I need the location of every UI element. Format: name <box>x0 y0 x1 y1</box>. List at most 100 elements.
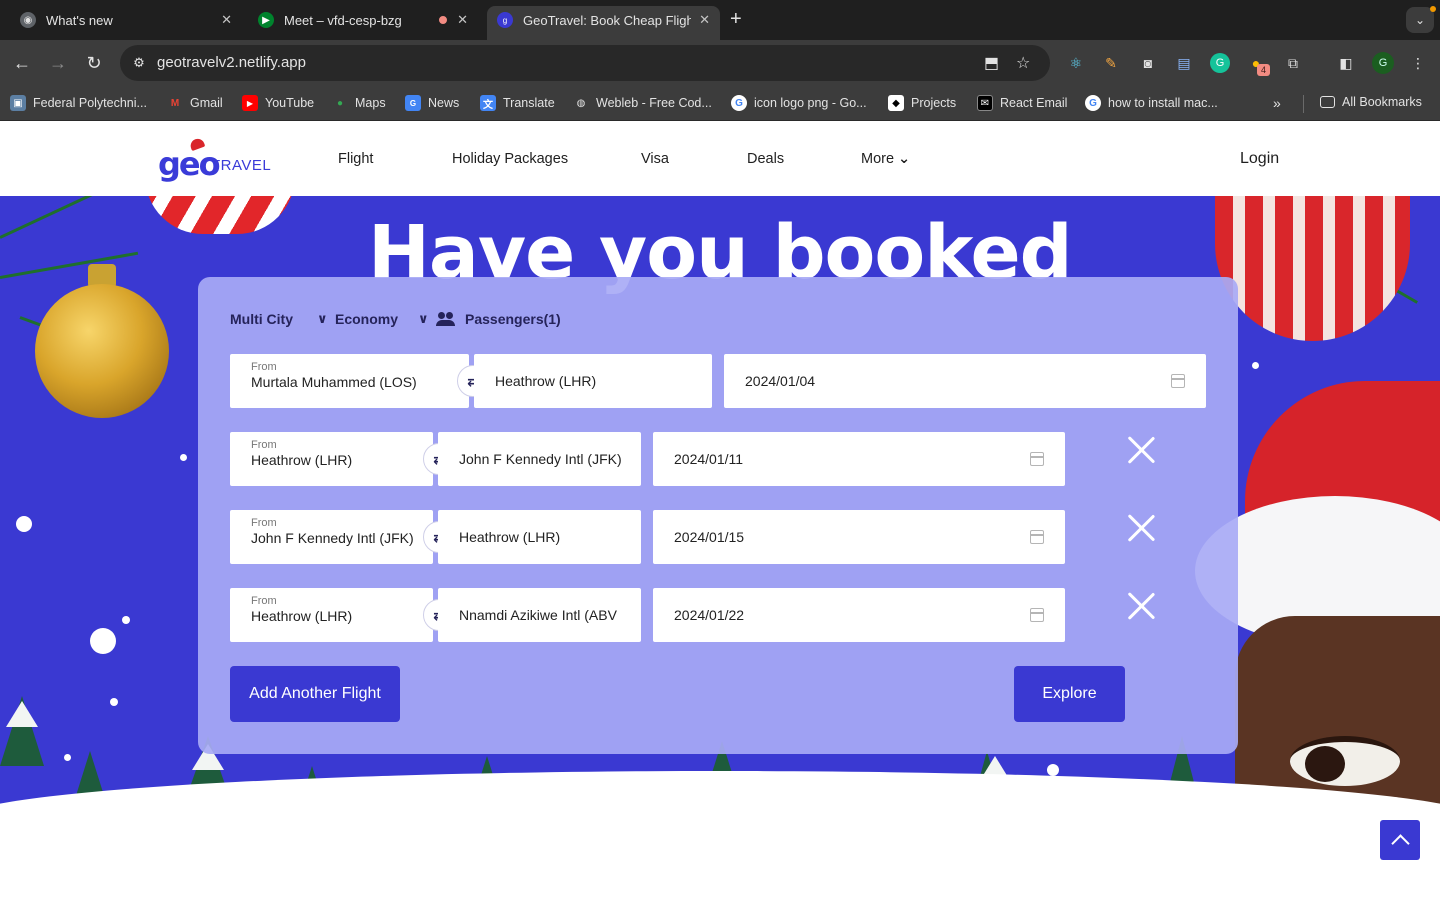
leg-2-from-field[interactable]: From Heathrow (LHR) <box>230 432 433 486</box>
from-label: From <box>251 517 277 529</box>
nav-visa[interactable]: Visa <box>641 151 669 167</box>
bookmark-item[interactable]: G News <box>405 95 459 111</box>
bookmark-item[interactable]: ◍ Webleb - Free Cod... <box>573 95 712 111</box>
leg-4-date-value: 2024/01/22 <box>674 607 745 623</box>
leg-4-to-field[interactable]: Nnamdi Azikiwe Intl (ABV <box>438 588 641 642</box>
leg-4-date-field[interactable]: 2024/01/22 <box>653 588 1065 642</box>
bookmark-label: React Email <box>1000 96 1068 110</box>
trip-type-value: Multi City <box>230 311 293 327</box>
bookmark-item[interactable]: ▣ Federal Polytechni... <box>10 95 147 111</box>
bookmark-item[interactable]: ▶ YouTube <box>242 95 314 111</box>
passengers-select[interactable]: Passengers(1) <box>436 311 561 327</box>
leg-1-from-value: Murtala Muhammed (LOS) <box>251 374 417 390</box>
site-settings-icon[interactable]: ⚙ <box>128 52 150 74</box>
calendar-icon[interactable] <box>1030 608 1044 622</box>
trip-type-select[interactable]: Multi City ∨ <box>230 311 328 327</box>
close-tab-icon[interactable]: ✕ <box>457 12 468 28</box>
browser-tab-strip: ◉ What's new ✕ ▶ Meet – vfd-cesp-bzg ✕ g… <box>0 0 1440 40</box>
google-icon: G <box>731 95 747 111</box>
menu-kebab-icon[interactable]: ⋮ <box>1408 53 1428 73</box>
bookmark-item[interactable]: Ghow to install mac... <box>1085 95 1218 111</box>
docs-extension-icon[interactable]: ▤ <box>1174 53 1194 73</box>
nav-flight[interactable]: Flight <box>338 151 373 167</box>
youtube-icon: ▶ <box>242 95 258 111</box>
snowflake <box>122 616 130 624</box>
explore-button[interactable]: Explore <box>1014 666 1125 722</box>
leg-1-date-field[interactable]: 2024/01/04 <box>724 354 1206 408</box>
nav-more[interactable]: More ⌄ <box>861 151 910 167</box>
reload-icon[interactable]: ↻ <box>82 52 106 74</box>
all-bookmarks[interactable]: All Bookmarks <box>1320 95 1422 109</box>
color-picker-icon[interactable]: ✎ <box>1101 53 1121 73</box>
remove-leg-4-close-icon[interactable] <box>1126 591 1156 621</box>
bookmark-star-icon[interactable]: ☆ <box>1016 53 1030 73</box>
address-bar[interactable]: ⚙ geotravelv2.netlify.app ⬒ ☆ <box>120 45 1050 81</box>
geotravel-logo[interactable]: geo TRAVEL <box>158 136 271 187</box>
url-text[interactable]: geotravelv2.netlify.app <box>157 54 306 71</box>
new-tab-plus-icon[interactable]: + <box>730 9 742 29</box>
side-panel-icon[interactable]: ◧ <box>1336 53 1356 73</box>
react-devtools-icon[interactable]: ⚛ <box>1066 53 1086 73</box>
calendar-icon[interactable] <box>1171 374 1185 388</box>
snowflake <box>1047 764 1059 776</box>
nav-deals[interactable]: Deals <box>747 151 784 167</box>
google-meet-icon: ▶ <box>258 12 274 28</box>
leg-2-to-field[interactable]: John F Kennedy Intl (JFK) <box>438 432 641 486</box>
bookmark-label: Translate <box>503 96 555 110</box>
remove-leg-3-close-icon[interactable] <box>1126 513 1156 543</box>
add-another-flight-button[interactable]: Add Another Flight <box>230 666 400 722</box>
remove-leg-2-close-icon[interactable] <box>1126 435 1156 465</box>
calendar-icon[interactable] <box>1030 452 1044 466</box>
leg-3-to-field[interactable]: Heathrow (LHR) <box>438 510 641 564</box>
bookmark-item[interactable]: Gicon logo png - Go... <box>731 95 867 111</box>
leg-1-date-value: 2024/01/04 <box>745 373 816 389</box>
maps-pin-icon: ● <box>336 97 344 109</box>
chevron-down-icon: ∨ <box>317 311 328 326</box>
leg-3-date-field[interactable]: 2024/01/15 <box>653 510 1065 564</box>
profile-avatar[interactable]: G <box>1372 52 1394 74</box>
leg-3-from-field[interactable]: From John F Kennedy Intl (JFK) <box>230 510 433 564</box>
leg-1-to-field[interactable]: Heathrow (LHR) <box>474 354 712 408</box>
bookmark-item[interactable]: M Gmail <box>167 95 223 111</box>
leg-2-date-field[interactable]: 2024/01/11 <box>653 432 1065 486</box>
pupil <box>1305 746 1345 782</box>
leg-4-from-field[interactable]: From Heathrow (LHR) <box>230 588 433 642</box>
bookmark-item[interactable]: ✉ React Email <box>977 95 1067 111</box>
flight-search-card: Multi City ∨ Economy ∨ Passengers(1) Fro… <box>198 277 1238 754</box>
recording-icon <box>437 14 450 26</box>
extension-badge: 4 <box>1257 64 1270 76</box>
close-tab-icon[interactable]: ✕ <box>221 12 232 28</box>
nav-more-label: More <box>861 151 895 167</box>
extensions-puzzle-icon[interactable]: ⧉ <box>1283 53 1303 73</box>
bookmark-item[interactable]: ● Maps <box>332 95 386 111</box>
geotravel-favicon-icon: g <box>497 12 513 28</box>
forward-arrow-icon[interactable]: → <box>46 52 70 74</box>
nav-holiday-packages[interactable]: Holiday Packages <box>452 151 568 167</box>
login-link[interactable]: Login <box>1240 150 1279 168</box>
leg-2-to-value: John F Kennedy Intl (JFK) <box>459 451 622 467</box>
cabin-class-select[interactable]: Economy ∨ <box>335 311 429 327</box>
grammarly-icon[interactable]: G <box>1210 53 1230 73</box>
tab-whats-new[interactable]: ◉ What's new ✕ <box>10 6 242 34</box>
gmail-icon: M <box>170 97 180 109</box>
calendar-icon[interactable] <box>1030 530 1044 544</box>
tab-title: What's new <box>46 12 113 28</box>
tab-geotravel[interactable]: g GeoTravel: Book Cheap Flight ✕ <box>487 6 720 40</box>
more-bookmarks-chevron-icon[interactable]: » <box>1273 95 1281 111</box>
site-header: geo TRAVEL Flight Holiday Packages Visa … <box>0 121 1440 196</box>
close-tab-icon[interactable]: ✕ <box>699 12 710 28</box>
bookmark-label: Webleb - Free Cod... <box>596 96 712 110</box>
install-app-icon[interactable]: ⬒ <box>984 53 999 73</box>
bookmark-item[interactable]: 文 Translate <box>480 95 555 111</box>
camera-icon[interactable]: ◙ <box>1138 53 1158 73</box>
gold-ornament <box>35 284 169 418</box>
tab-title: GeoTravel: Book Cheap Flight <box>523 12 692 28</box>
tab-meet[interactable]: ▶ Meet – vfd-cesp-bzg ✕ <box>248 6 478 34</box>
bookmark-item[interactable]: ◆ Projects <box>888 95 956 111</box>
tab-title: Meet – vfd-cesp-bzg <box>284 12 402 28</box>
scroll-to-top-chevron-up-icon[interactable] <box>1380 820 1420 860</box>
back-arrow-icon[interactable]: ← <box>10 52 34 74</box>
leg-1-from-field[interactable]: From Murtala Muhammed (LOS) <box>230 354 469 408</box>
google-icon: G <box>1085 95 1101 111</box>
snowflake <box>1252 362 1259 369</box>
